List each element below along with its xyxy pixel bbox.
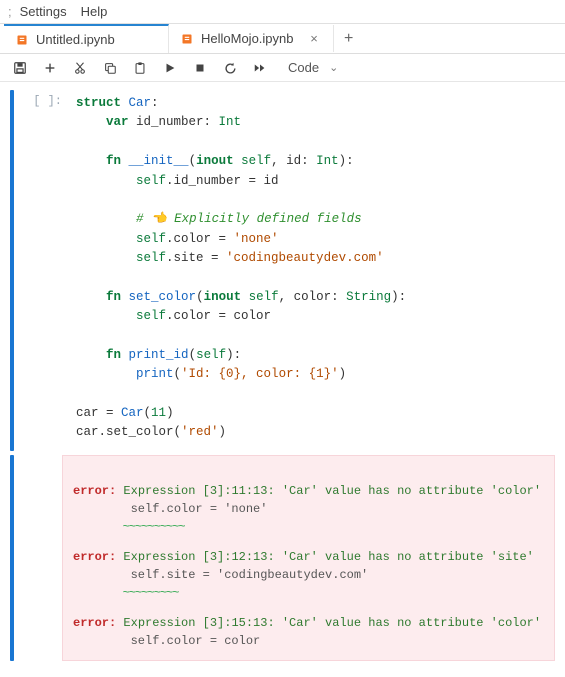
menubar-overflow: ; — [8, 4, 12, 19]
cell-active-stripe — [10, 90, 14, 451]
code-editor[interactable]: struct Car: var id_number: Int fn __init… — [76, 94, 549, 443]
notebook-toolbar: Code ⌄ — [0, 54, 565, 82]
tabstrip: Untitled.ipynb HelloMojo.ipynb × + — [0, 24, 565, 54]
menu-settings[interactable]: Settings — [20, 4, 67, 19]
new-tab-button[interactable]: + — [334, 27, 363, 51]
tab-label: HelloMojo.ipynb — [201, 31, 294, 46]
notebook-icon — [181, 33, 193, 45]
output-stripe — [10, 455, 14, 661]
menu-help[interactable]: Help — [81, 4, 108, 19]
notebook-area: [ ]: struct Car: var id_number: Int fn _… — [0, 82, 565, 677]
output-prompt-spacer — [22, 455, 62, 661]
cut-icon[interactable] — [72, 61, 88, 75]
tab-label: Untitled.ipynb — [36, 32, 115, 47]
cell-prompt: [ ]: — [22, 90, 70, 451]
cell-output-row: error: Expression [3]:11:13: 'Car' value… — [10, 455, 555, 661]
tab-hellomojo[interactable]: HelloMojo.ipynb × — [169, 25, 334, 52]
add-cell-icon[interactable] — [42, 61, 58, 75]
stop-icon[interactable] — [192, 61, 208, 75]
cell-content[interactable]: struct Car: var id_number: Int fn __init… — [70, 90, 555, 451]
menubar: ; Settings Help — [0, 0, 565, 24]
paste-icon[interactable] — [132, 61, 148, 75]
chevron-down-icon: ⌄ — [329, 61, 338, 74]
run-all-icon[interactable] — [252, 61, 268, 75]
tab-close-button[interactable]: × — [307, 31, 321, 46]
run-icon[interactable] — [162, 61, 178, 75]
save-icon[interactable] — [12, 61, 28, 75]
copy-icon[interactable] — [102, 61, 118, 75]
error-block: error: Expression [3]:12:13: 'Car' value… — [73, 548, 544, 602]
cell-type-label: Code — [288, 60, 319, 75]
error-block: error: Expression [3]:15:13: 'Car' value… — [73, 614, 544, 650]
notebook-icon — [16, 34, 28, 46]
error-output: error: Expression [3]:11:13: 'Car' value… — [62, 455, 555, 661]
tab-untitled[interactable]: Untitled.ipynb — [4, 24, 169, 53]
code-cell[interactable]: [ ]: struct Car: var id_number: Int fn _… — [10, 90, 555, 451]
error-block: error: Expression [3]:11:13: 'Car' value… — [73, 482, 544, 536]
cell-type-selector[interactable]: Code ⌄ — [282, 60, 344, 75]
restart-icon[interactable] — [222, 61, 238, 75]
